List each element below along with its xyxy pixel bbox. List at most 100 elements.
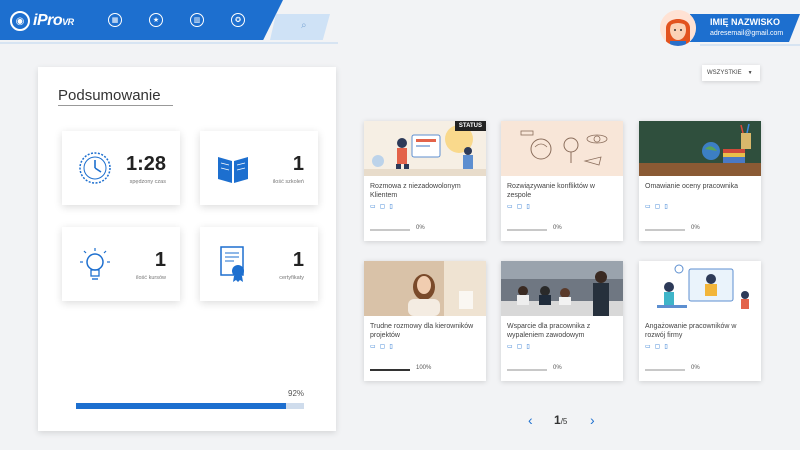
stat-value: 1 [292, 153, 304, 175]
summary-title: Podsumowanie [58, 87, 161, 104]
course-progress-bar [645, 229, 685, 231]
classroom-desk-photo [639, 121, 761, 176]
course-image [639, 121, 761, 176]
course-progress-bar [645, 369, 685, 371]
mobile-icon: ▯ [526, 344, 530, 350]
mobile-icon: ▯ [664, 204, 668, 210]
top-navigation-bar: ◉ iProVR ▦ ★ ▥ ✪ ⌕ [0, 0, 340, 44]
stat-trainings: 1 ilość szkoleń [200, 131, 318, 205]
stat-label: spędzony czas [129, 179, 166, 185]
course-card[interactable]: STATUS Rozmowa z niezadowolonym Klientem… [364, 121, 486, 241]
vr-headset-icon: ▭ [370, 344, 376, 350]
course-image [501, 121, 623, 176]
device-icons: ▭ ▢ ▯ [645, 343, 668, 350]
course-progress-label: 0% [691, 365, 700, 371]
course-title: Angażowanie pracowników w rozwój firmy [645, 323, 737, 339]
search-field[interactable] [270, 14, 330, 40]
desktop-icon: ▢ [379, 204, 386, 210]
course-progress-label: 0% [553, 365, 562, 371]
overall-progress-bar [76, 403, 304, 409]
chevron-right-icon[interactable]: › [590, 412, 595, 428]
page-indicator: 1/5 [554, 413, 568, 427]
device-icons: ▭ ▢ ▯ [507, 203, 530, 210]
vr-headset-icon: ▭ [370, 204, 376, 210]
search-icon[interactable]: ⌕ [301, 20, 311, 31]
overall-progress-label: 92% [288, 389, 305, 398]
title-underline [58, 105, 173, 106]
book-icon [218, 157, 248, 183]
course-progress-bar [507, 229, 547, 231]
user-underline [700, 44, 800, 46]
course-card[interactable]: Angażowanie pracowników w rozwój firmy ▭… [639, 261, 761, 381]
mobile-icon: ▯ [389, 344, 393, 350]
course-card[interactable]: Trudne rozmowy dla kierowników projektów… [364, 261, 486, 381]
vr-headset-icon: ▭ [507, 344, 513, 350]
mobile-icon: ▯ [389, 204, 393, 210]
course-progress-bar [370, 369, 410, 371]
conflict-sketch-illustration [501, 121, 623, 176]
stat-courses: 1 ilość kursów [62, 227, 180, 301]
desktop-icon: ▢ [516, 204, 523, 210]
status-badge: STATUS [454, 121, 486, 131]
course-card[interactable]: Wsparcie dla pracownika z wypaleniem zaw… [501, 261, 623, 381]
stat-label: ilość szkoleń [272, 179, 304, 185]
stat-certificates: 1 certyfikaty [200, 227, 318, 301]
award-icon[interactable]: ✪ [231, 13, 245, 27]
course-progress-bar [370, 229, 410, 231]
manager-portrait-photo [364, 261, 486, 316]
desktop-icon: ▢ [654, 344, 661, 350]
device-icons: ▭ ▢ ▯ [370, 343, 393, 350]
stat-time: 1:28 spędzony czas [62, 131, 180, 205]
stat-value: 1 [292, 249, 304, 271]
vr-headset-icon: ▭ [645, 344, 651, 350]
summary-panel: Podsumowanie 1:28 spędzony czas 1 ilość … [38, 67, 336, 431]
chevron-left-icon[interactable]: ‹ [528, 412, 533, 428]
mobile-icon: ▯ [526, 204, 530, 210]
course-title: Rozmowa z niezadowolonym Klientem [370, 183, 461, 199]
stat-label: ilość kursów [136, 275, 166, 281]
desktop-icon: ▢ [379, 344, 386, 350]
logo-mark-icon: ◉ [10, 11, 30, 31]
avatar[interactable] [660, 10, 696, 46]
course-progress-label: 0% [553, 225, 562, 231]
course-progress-label: 100% [416, 365, 432, 371]
course-card[interactable]: Rozwiązywanie konfliktów w zespole ▭ ▢ ▯… [501, 121, 623, 241]
app-logo[interactable]: ◉ iProVR [10, 10, 74, 32]
course-card[interactable]: Omawianie oceny pracownika ▭ ▢ ▯ 0% [639, 121, 761, 241]
online-training-illustration [639, 261, 761, 316]
desktop-icon: ▢ [654, 204, 661, 210]
lightbulb-icon [80, 248, 110, 280]
course-image [501, 261, 623, 316]
book-icon[interactable]: ▦ [108, 13, 122, 27]
pagination: ‹ 1/5 › [526, 410, 604, 432]
clock-icon [79, 152, 111, 184]
vr-headset-icon: ▭ [507, 204, 513, 210]
stat-value: 1 [154, 249, 166, 271]
filter-dropdown[interactable]: WSZYSTKIE ▼ [702, 65, 760, 81]
user-profile[interactable]: IMIĘ NAZWISKO adresemail@gmail.com [660, 10, 800, 46]
course-title: Trudne rozmowy dla kierowników projektów [370, 323, 474, 339]
avatar-illustration [660, 10, 696, 46]
course-progress-bar [507, 369, 547, 371]
chevron-down-icon: ▼ [747, 70, 753, 76]
user-email: adresemail@gmail.com [710, 30, 784, 37]
stat-value: 1:28 [125, 153, 166, 175]
overall-progress-fill [76, 403, 286, 409]
star-icon[interactable]: ★ [149, 13, 163, 27]
course-title: Wsparcie dla pracownika z wypaleniem zaw… [507, 323, 591, 339]
course-image [364, 261, 486, 316]
logo-text: iProVR [33, 12, 74, 29]
mobile-icon: ▯ [664, 344, 668, 350]
user-name: IMIĘ NAZWISKO [710, 17, 780, 27]
course-progress-label: 0% [416, 225, 425, 231]
building-icon[interactable]: ▥ [190, 13, 204, 27]
device-icons: ▭ ▢ ▯ [645, 203, 668, 210]
certificate-icon [220, 246, 244, 282]
course-image [639, 261, 761, 316]
course-progress-label: 0% [691, 225, 700, 231]
nav-underline [0, 42, 338, 44]
device-icons: ▭ ▢ ▯ [507, 343, 530, 350]
filter-label: WSZYSTKIE [707, 70, 742, 76]
vr-headset-icon: ▭ [645, 204, 651, 210]
desktop-icon: ▢ [516, 344, 523, 350]
